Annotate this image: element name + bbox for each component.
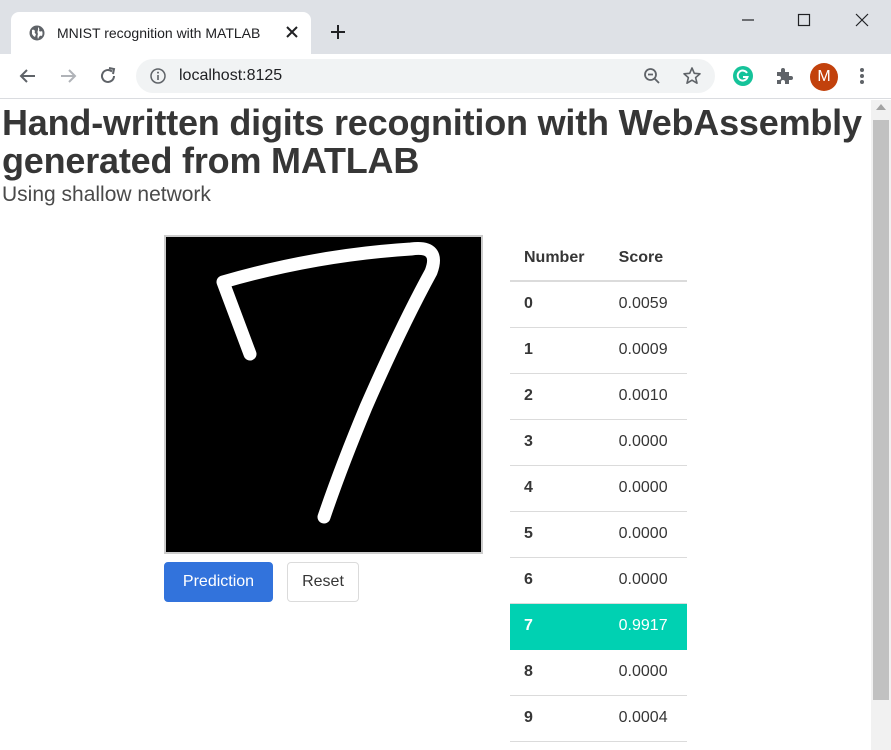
row-score: 0.0004 — [604, 695, 687, 742]
grammarly-extension-icon[interactable] — [732, 65, 754, 87]
table-row: 6 0.0000 — [510, 557, 687, 604]
row-number: 9 — [510, 695, 605, 742]
table-row: 1 0.0009 — [510, 327, 687, 374]
new-tab-icon[interactable] — [328, 22, 348, 42]
table-row: 3 0.0000 — [510, 419, 687, 466]
row-score: 0.0000 — [604, 465, 687, 512]
zoom-out-icon[interactable] — [643, 67, 661, 85]
row-number: 6 — [510, 557, 605, 604]
scores-table: Number Score 0 0.0059 1 0.0009 2 0.0010 3 0.000… — [510, 235, 687, 742]
scroll-up-arrow-icon[interactable] — [876, 104, 886, 110]
row-score: 0.0000 — [604, 511, 687, 558]
row-number: 0 — [510, 281, 605, 328]
profile-avatar[interactable]: M — [810, 63, 838, 91]
table-row: 0 0.0059 — [510, 281, 687, 328]
row-number: 5 — [510, 511, 605, 558]
back-arrow-icon[interactable] — [18, 66, 38, 86]
forward-arrow-icon[interactable] — [58, 66, 78, 86]
row-number: 3 — [510, 419, 605, 466]
row-number: 4 — [510, 465, 605, 512]
handwritten-digit-drawing — [216, 242, 440, 524]
table-row: 7 0.9917 — [510, 603, 687, 650]
row-number: 7 — [510, 603, 605, 650]
row-number: 8 — [510, 649, 605, 696]
address-bar[interactable]: localhost:8125 — [136, 59, 715, 93]
more-menu-icon[interactable] — [851, 65, 873, 87]
row-score: 0.0000 — [604, 419, 687, 466]
bookmark-star-icon[interactable] — [682, 66, 702, 86]
page-viewport: Hand-written digits recognition with Web… — [0, 100, 871, 750]
header-score: Score — [604, 235, 687, 282]
row-score: 0.0010 — [604, 373, 687, 420]
close-tab-icon[interactable] — [284, 24, 300, 40]
row-score: 0.9917 — [604, 603, 687, 650]
reload-icon[interactable] — [98, 66, 118, 86]
row-score: 0.0009 — [604, 327, 687, 374]
row-number: 2 — [510, 373, 605, 420]
row-score: 0.0000 — [604, 557, 687, 604]
globe-icon — [29, 25, 45, 41]
browser-toolbar: localhost:8125 M — [0, 54, 891, 99]
info-icon[interactable] — [150, 68, 166, 84]
drawing-canvas[interactable] — [164, 235, 483, 554]
minimize-icon[interactable] — [740, 12, 756, 28]
tab-title: MNIST recognition with MATLAB — [57, 25, 261, 41]
window-close-icon[interactable] — [854, 12, 870, 28]
table-header-row: Number Score — [510, 235, 687, 282]
row-score: 0.0059 — [604, 281, 687, 328]
row-score: 0.0000 — [604, 649, 687, 696]
page-scrollbar[interactable] — [871, 100, 891, 750]
table-row: 9 0.0004 — [510, 695, 687, 742]
extensions-puzzle-icon[interactable] — [773, 65, 795, 87]
page-title: Hand-written digits recognition with Web… — [2, 102, 862, 181]
table-row: 8 0.0000 — [510, 649, 687, 696]
row-number: 1 — [510, 327, 605, 374]
reset-button[interactable]: Reset — [287, 562, 359, 602]
prediction-button[interactable]: Prediction — [164, 562, 273, 602]
scores-table-body: 0 0.0059 1 0.0009 2 0.0010 3 0.0000 4 0.0000 5 0.00… — [510, 281, 687, 742]
page-subtitle: Using shallow network — [2, 183, 211, 206]
maximize-icon[interactable] — [796, 12, 812, 28]
url-text[interactable]: localhost:8125 — [179, 67, 282, 85]
table-row: 4 0.0000 — [510, 465, 687, 512]
scroll-thumb[interactable] — [873, 120, 889, 700]
table-row: 2 0.0010 — [510, 373, 687, 420]
browser-titlebar: MNIST recognition with MATLAB — [0, 0, 891, 54]
browser-tab[interactable]: MNIST recognition with MATLAB — [11, 12, 311, 54]
header-number: Number — [510, 235, 605, 282]
table-row: 5 0.0000 — [510, 511, 687, 558]
